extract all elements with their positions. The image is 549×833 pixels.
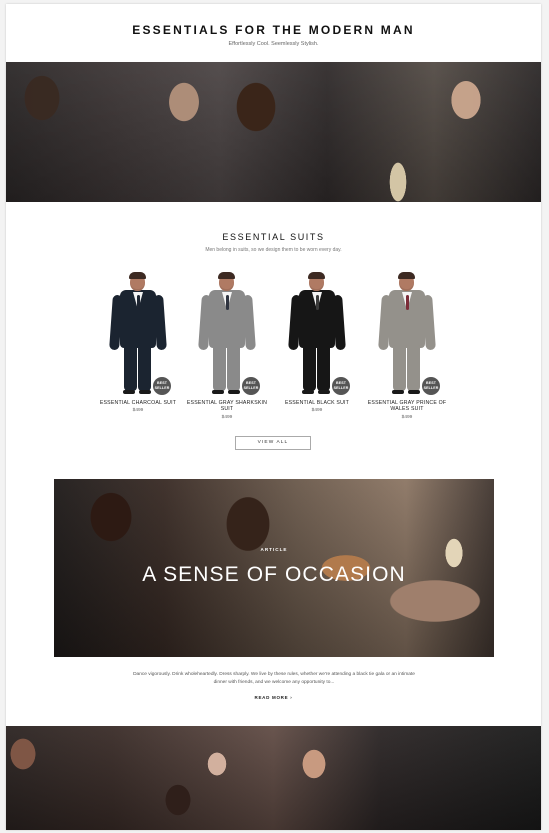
read-more-link[interactable]: READ MORE ›: [6, 695, 541, 700]
section-subtitle: Men belong in suits, so we design them t…: [205, 247, 342, 253]
product-price: $499: [401, 414, 413, 420]
hero-image: [6, 62, 541, 202]
product-image[interactable]: BEST SELLER: [286, 272, 350, 395]
product-name[interactable]: ESSENTIAL GRAY PRINCE OF WALES SUIT: [361, 400, 453, 413]
chevron-right-icon: ›: [290, 695, 293, 700]
product-price: $499: [132, 408, 144, 414]
product-price: $499: [221, 414, 233, 420]
page-title: ESSENTIALS FOR THE MODERN MAN: [132, 23, 415, 37]
product-name[interactable]: ESSENTIAL CHARCOAL SUIT: [92, 400, 184, 406]
product-image[interactable]: BEST SELLER: [196, 272, 260, 395]
product-name[interactable]: ESSENTIAL GRAY SHARKSKIN SUIT: [181, 400, 273, 413]
essential-suits-section: ESSENTIAL SUITS Men belong in suits, so …: [6, 202, 541, 478]
product-grid: BEST SELLER ESSENTIAL CHARCOAL SUIT $499…: [92, 272, 455, 423]
product-card-prince-of-wales-suit[interactable]: BEST SELLER ESSENTIAL GRAY PRINCE OF WAL…: [361, 272, 453, 420]
article-title[interactable]: A SENSE OF OCCASION: [54, 563, 494, 587]
best-seller-badge: BEST SELLER: [332, 377, 350, 395]
best-seller-badge: BEST SELLER: [242, 377, 260, 395]
page-subtitle: Effortlessly Cool. Seemlessly Stylish.: [228, 41, 319, 47]
article-excerpt: Dance vigorously. Drink wholeheartedly. …: [133, 672, 415, 685]
product-image[interactable]: BEST SELLER: [376, 272, 440, 395]
product-card-black-suit[interactable]: BEST SELLER ESSENTIAL BLACK SUIT $499: [271, 272, 363, 414]
product-card-charcoal-suit[interactable]: BEST SELLER ESSENTIAL CHARCOAL SUIT $499: [92, 272, 184, 414]
article-feature-image[interactable]: ARTICLE A SENSE OF OCCASION: [54, 479, 494, 657]
product-price: $499: [311, 408, 323, 414]
view-all-button[interactable]: VIEW ALL: [235, 436, 311, 450]
product-name[interactable]: ESSENTIAL BLACK SUIT: [271, 400, 363, 406]
lifestyle-image: [6, 726, 541, 830]
best-seller-badge: BEST SELLER: [153, 377, 171, 395]
best-seller-badge: BEST SELLER: [422, 377, 440, 395]
article-label: ARTICLE: [260, 547, 288, 552]
product-card-gray-sharkskin-suit[interactable]: BEST SELLER ESSENTIAL GRAY SHARKSKIN SUI…: [181, 272, 273, 420]
page: ESSENTIALS FOR THE MODERN MAN Effortless…: [6, 4, 541, 830]
section-title: ESSENTIAL SUITS: [222, 232, 325, 242]
product-image[interactable]: BEST SELLER: [107, 272, 171, 395]
read-more-label[interactable]: READ MORE: [255, 695, 289, 700]
site-header: ESSENTIALS FOR THE MODERN MAN Effortless…: [6, 4, 541, 62]
